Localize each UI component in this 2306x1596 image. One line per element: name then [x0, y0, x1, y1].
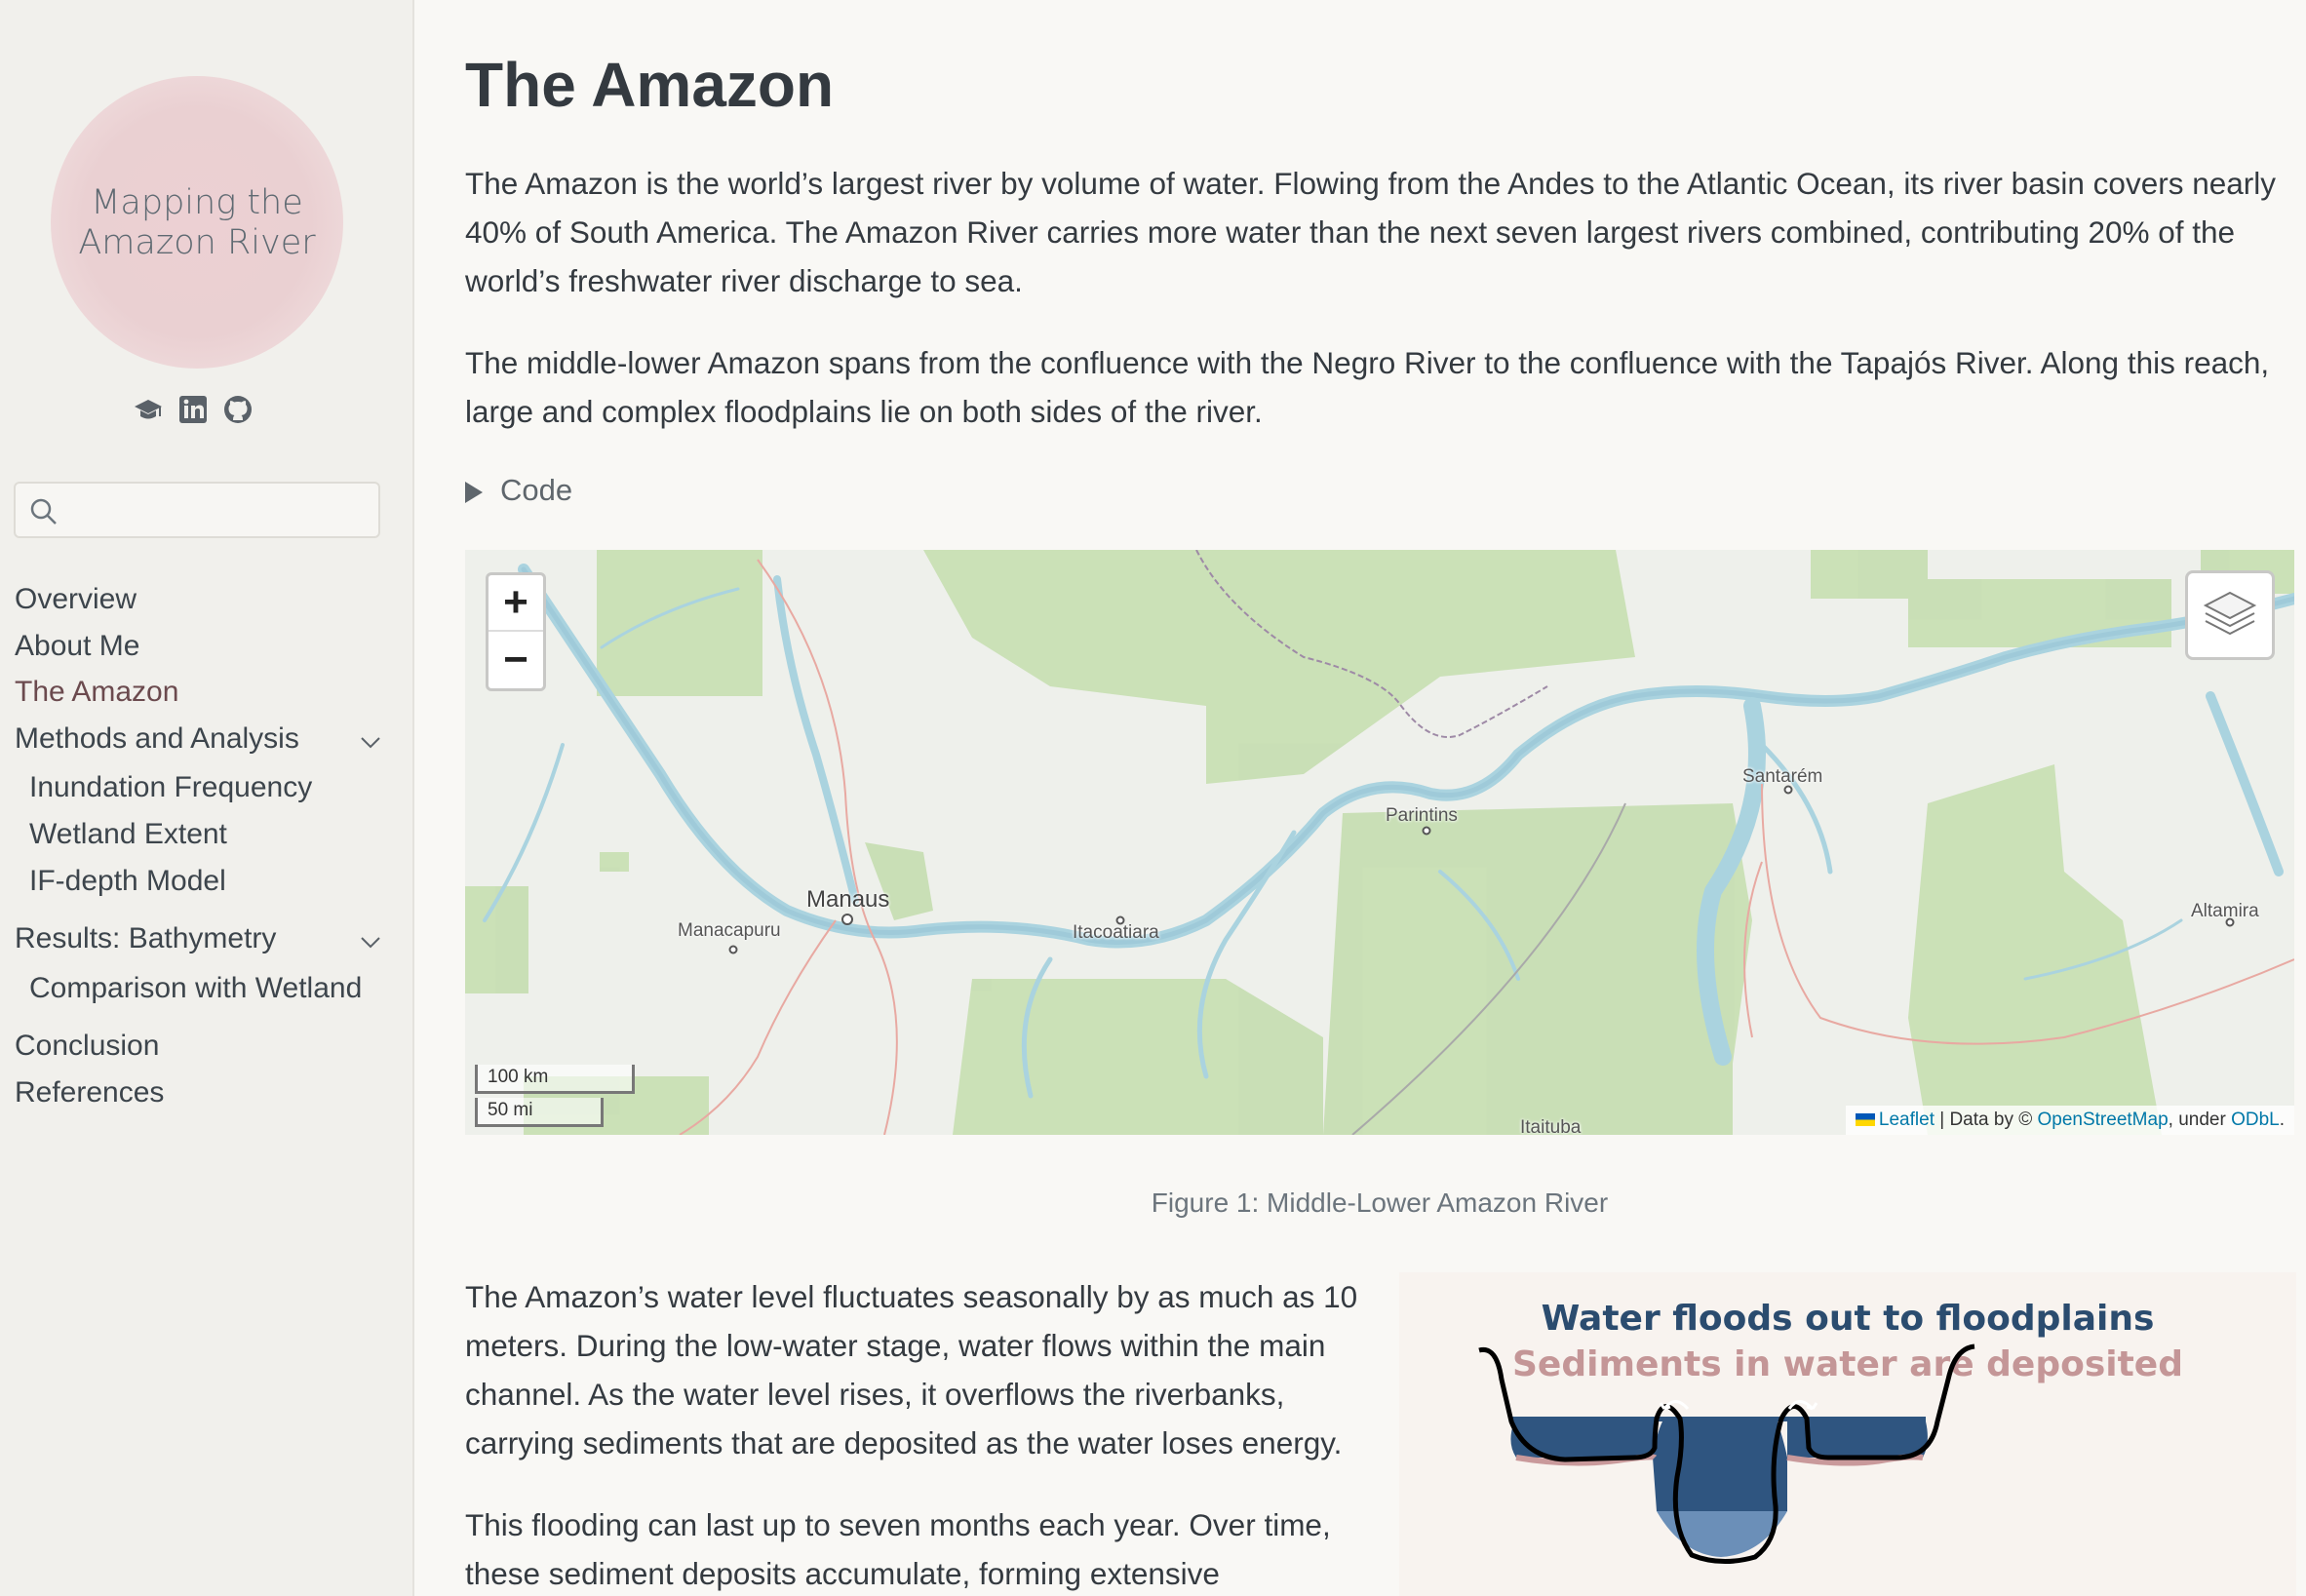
graduation-cap-icon[interactable]: [133, 394, 164, 425]
code-fold-toggle[interactable]: Code: [465, 473, 572, 508]
city-label: Itacoatiara: [1073, 922, 1159, 943]
code-label: Code: [500, 473, 573, 507]
disclosure-triangle-icon: [465, 481, 483, 503]
nav-if-depth-model[interactable]: IF-depth Model: [29, 865, 226, 898]
city-label: Manaus: [806, 886, 890, 913]
linkedin-icon[interactable]: [177, 394, 209, 425]
search-icon: [29, 497, 59, 526]
leaflet-link[interactable]: Leaflet: [1879, 1109, 1935, 1130]
attrib-under: , under: [2168, 1109, 2232, 1130]
page-title: The Amazon: [465, 50, 835, 120]
nav-conclusion[interactable]: Conclusion: [15, 1030, 159, 1063]
nav-about-me[interactable]: About Me: [15, 630, 139, 663]
zoom-in-button[interactable]: +: [489, 575, 543, 632]
city-label: Manacapuru: [678, 920, 781, 941]
reach-paragraph: The middle-lower Amazon spans from the c…: [465, 345, 2270, 429]
city-label: Santarém: [1742, 766, 1823, 787]
zoom-control: + −: [486, 572, 546, 691]
nav-inundation-frequency[interactable]: Inundation Frequency: [29, 771, 312, 804]
odbl-link[interactable]: ODbL: [2231, 1109, 2280, 1130]
map-scale: 100 km 50 mi: [475, 1061, 635, 1127]
logo-line-1: Mapping the: [91, 183, 303, 222]
ukraine-flag-icon: [1855, 1113, 1875, 1127]
github-icon[interactable]: [222, 394, 254, 425]
intro-paragraph: The Amazon is the world’s largest river …: [465, 166, 2277, 298]
nav-comparison-with-wetland[interactable]: Comparison with Wetland: [29, 972, 362, 1005]
logo-line-2: Amazon River: [78, 223, 316, 262]
zoom-out-button[interactable]: −: [489, 632, 543, 688]
site-logo[interactable]: Mapping the Amazon River: [51, 76, 343, 369]
scale-km: 100 km: [475, 1065, 635, 1094]
figure-caption: Figure 1: Middle-Lower Amazon River: [1151, 1187, 1609, 1218]
search-input[interactable]: [66, 489, 369, 532]
nav-the-amazon[interactable]: The Amazon: [15, 676, 178, 709]
city-label: Parintins: [1386, 805, 1458, 826]
scale-mi: 50 mi: [475, 1098, 604, 1127]
social-links: [133, 390, 254, 429]
nav-references[interactable]: References: [15, 1076, 164, 1109]
chevron-down-icon[interactable]: [359, 730, 382, 754]
logo-text: Mapping the Amazon River: [51, 183, 343, 263]
city-label: Itaituba: [1520, 1117, 1582, 1135]
sediment-paragraph: This flooding can last up to seven month…: [465, 1507, 1331, 1591]
layers-button[interactable]: [2185, 570, 2275, 660]
flood-paragraph: The Amazon’s water level fluctuates seas…: [465, 1279, 1358, 1460]
floodplain-diagram: Water floods out to floodplains Sediment…: [1399, 1272, 2296, 1596]
layers-icon: [2188, 591, 2272, 661]
attrib-end: .: [2279, 1109, 2285, 1130]
city-label: Altamira: [2191, 901, 2259, 921]
chevron-down-icon[interactable]: [359, 930, 382, 954]
osm-link[interactable]: OpenStreetMap: [2038, 1109, 2169, 1130]
search-box[interactable]: [14, 482, 380, 538]
sidebar: Mapping the Amazon River Overview About …: [0, 0, 414, 1596]
floodplain-illustration: [1478, 1343, 1975, 1565]
leaflet-map[interactable]: Manaus Manacapuru Itacoatiara Parintins …: [465, 550, 2294, 1135]
nav-wetland-extent[interactable]: Wetland Extent: [29, 818, 227, 851]
nav-results-bathymetry[interactable]: Results: Bathymetry: [15, 922, 276, 955]
attrib-text: | Data by ©: [1934, 1109, 2038, 1130]
nav-methods-and-analysis[interactable]: Methods and Analysis: [15, 722, 299, 756]
map-tiles: [465, 550, 2294, 1135]
nav-overview[interactable]: Overview: [15, 583, 137, 616]
map-attribution: Leaflet | Data by © OpenStreetMap, under…: [1845, 1106, 2294, 1135]
